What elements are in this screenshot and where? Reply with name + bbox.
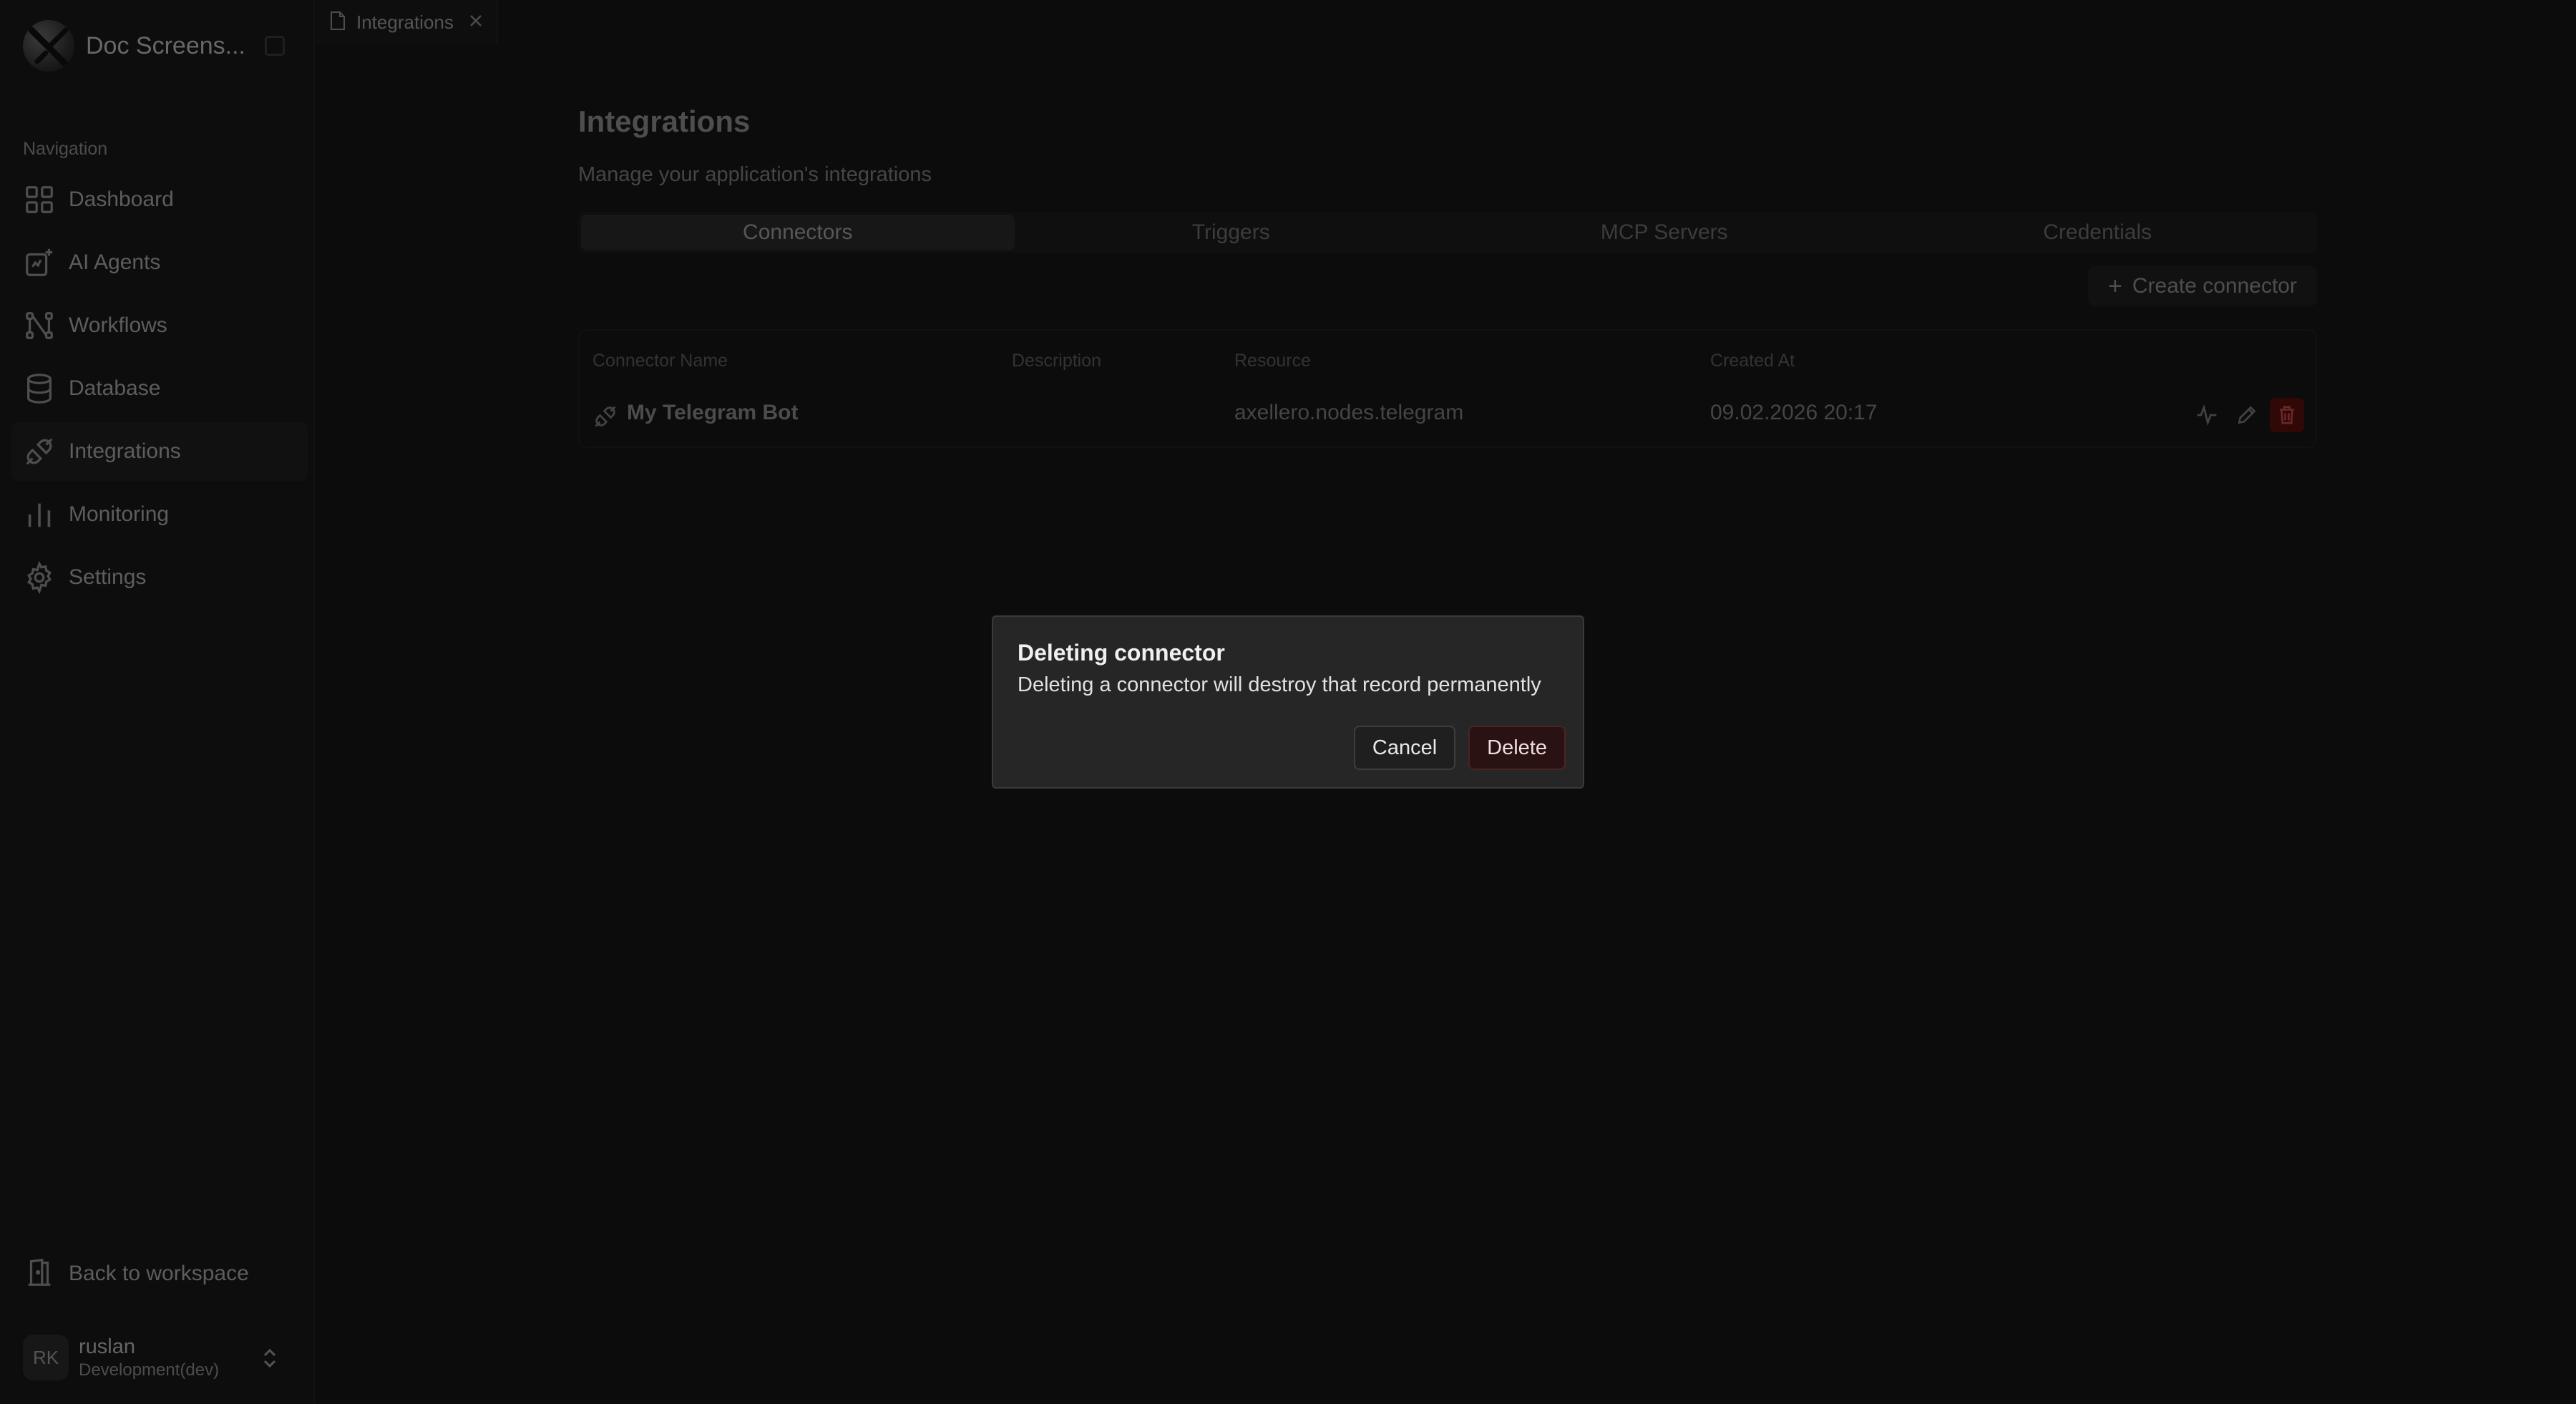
delete-button[interactable]: Delete	[1468, 726, 1566, 770]
dialog-title: Deleting connector	[1018, 640, 1225, 666]
delete-connector-dialog: Deleting connector Deleting a connector …	[992, 615, 1584, 789]
cancel-button[interactable]: Cancel	[1353, 726, 1456, 770]
dialog-message: Deleting a connector will destroy that r…	[1018, 673, 1541, 696]
dialog-actions: Cancel Delete	[1341, 726, 1566, 770]
